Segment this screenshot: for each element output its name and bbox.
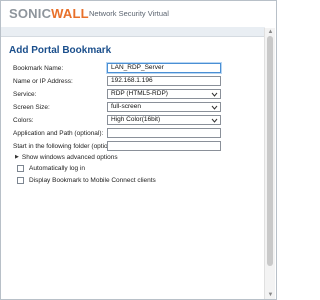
start-folder-label: Start in the following folder (optional)… [13,143,121,150]
bookmark-name-input[interactable]: LAN_RDP_Server [107,63,221,73]
header-bar: SONICWALL Network Security Virtual [1,1,276,27]
advanced-options-label: Show windows advanced options [21,154,118,161]
product-subtitle: Network Security Virtual [89,9,169,18]
mobile-connect-label: Display Bookmark to Mobile Connect clien… [29,177,156,184]
page-title: Add Portal Bookmark [9,45,112,56]
service-select[interactable]: RDP (HTML5-RDP) [107,89,221,99]
dialog-window: SONICWALL Network Security Virtual ▲ ▼ A… [0,0,277,300]
screen-size-select-value: full-screen [111,103,141,110]
bookmark-name-row: Bookmark Name: LAN_RDP_Server [13,63,221,75]
colors-row: Colors: High Color(16bit) [13,115,221,127]
chevron-down-icon [211,92,218,97]
logo-text-sonic: SONIC [9,6,52,21]
logo-text-wall: WALL [51,6,89,21]
colors-select[interactable]: High Color(16bit) [107,115,221,125]
expand-triangle-icon: ▶ [15,154,19,160]
scroll-down-icon[interactable]: ▼ [267,292,274,298]
start-folder-row: Start in the following folder (optional)… [13,141,221,153]
scroll-thumb[interactable] [267,36,273,266]
app-path-label: Application and Path (optional): [13,130,104,137]
screen-size-row: Screen Size: full-screen [13,102,221,114]
start-folder-input[interactable] [107,141,221,151]
vertical-scrollbar[interactable]: ▲ ▼ [264,28,275,299]
bookmark-name-label: Bookmark Name: [13,65,64,72]
service-label: Service: [13,91,37,98]
ip-address-label: Name or IP Address: [13,78,73,85]
service-row: Service: RDP (HTML5-RDP) [13,89,221,101]
screen-size-label: Screen Size: [13,104,50,111]
auto-login-label: Automatically log in [29,165,85,172]
mobile-connect-checkbox[interactable] [17,177,24,184]
ip-address-input[interactable]: 192.168.1.196 [107,76,221,86]
colors-select-value: High Color(16bit) [111,116,161,123]
advanced-options-toggle[interactable]: ▶ Show windows advanced options [15,153,118,162]
scroll-up-icon[interactable]: ▲ [267,29,274,35]
colors-label: Colors: [13,117,34,124]
form-scroll-area: Add Portal Bookmark Bookmark Name: LAN_R… [1,37,265,299]
app-path-input[interactable] [107,128,221,138]
app-path-row: Application and Path (optional): [13,128,221,140]
auto-login-checkbox[interactable] [17,165,24,172]
chevron-down-icon [211,118,218,123]
screen-size-select[interactable]: full-screen [107,102,221,112]
header-divider [1,27,265,37]
ip-address-row: Name or IP Address: 192.168.1.196 [13,76,221,88]
service-select-value: RDP (HTML5-RDP) [111,90,168,97]
chevron-down-icon [211,105,218,110]
sonicwall-logo: SONICWALL [9,7,89,21]
